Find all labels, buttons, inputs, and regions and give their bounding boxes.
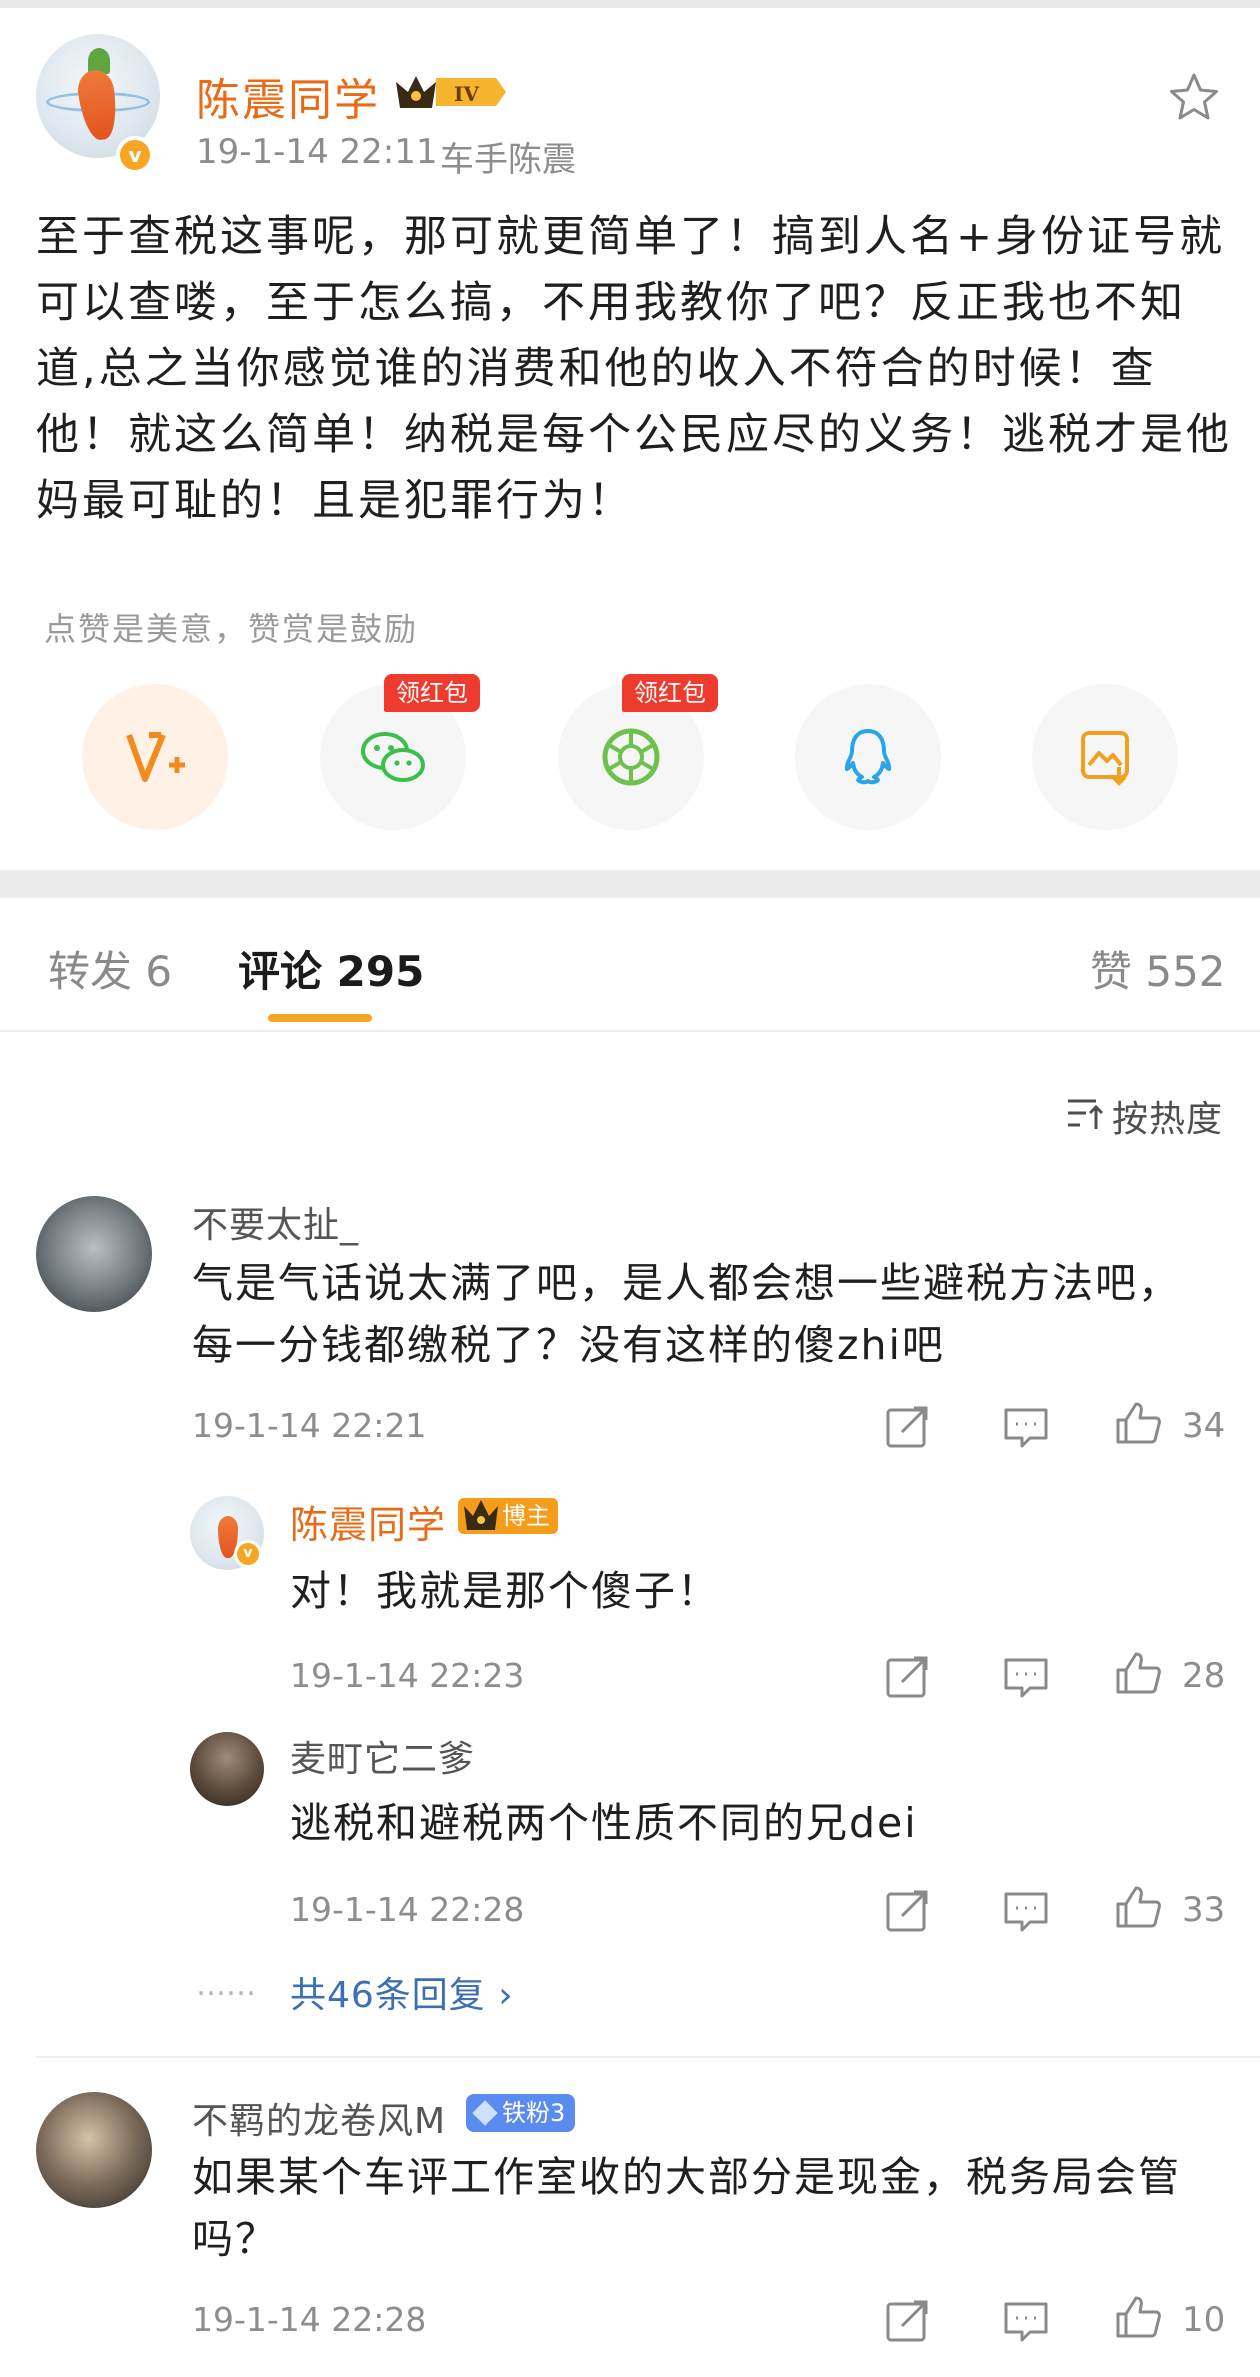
- commenter-name[interactable]: 不羁的龙卷风M: [192, 2092, 446, 2144]
- section-gap: [0, 870, 1260, 898]
- tab-bar: 转发 6 评论 295 赞 552: [0, 898, 1260, 1032]
- qq-icon: [844, 729, 892, 785]
- replier-name[interactable]: 麦町它二爹: [290, 1730, 475, 1782]
- share-row: 领红包 领红包: [0, 674, 1260, 834]
- post-source[interactable]: 车手陈震: [440, 132, 576, 181]
- top-strip: [0, 0, 1260, 8]
- reply-text: 逃税和避税两个性质不同的兄dei: [290, 1799, 918, 1847]
- post-body: 至于查税这事呢，那可就更简单了！搞到人名+身份证号就可以查喽，至于怎么搞，不用我…: [36, 212, 1232, 526]
- comment-icon[interactable]: [1002, 1888, 1050, 1934]
- comment-text: 如果某个车评工作室收的大部分是现金，税务局会管吗？: [192, 2153, 1181, 2263]
- avatar-carrot: [75, 67, 121, 143]
- more-replies-dots: ……: [196, 1968, 256, 2003]
- post-card: v 陈震同学 IV 19-1-14 22:11 车手陈震 至于查税这事呢，那可就…: [0, 8, 1260, 870]
- reply-time: 19-1-14 22:28: [290, 1890, 525, 1929]
- tab-repost[interactable]: 转发 6: [48, 938, 172, 999]
- diamond-icon: [472, 2100, 498, 2126]
- more-replies-link[interactable]: 共46条回复 ›: [290, 1966, 514, 2018]
- wechat-redpack-tag: 领红包: [384, 674, 480, 712]
- favorite-star-icon[interactable]: [1166, 70, 1222, 126]
- like-icon[interactable]: [1114, 1650, 1162, 1696]
- reply-author-name[interactable]: 陈震同学: [290, 1494, 446, 1549]
- comment-icon[interactable]: [1002, 1404, 1050, 1450]
- like-icon[interactable]: [1114, 2294, 1162, 2340]
- tab-comments[interactable]: 评论 295: [238, 938, 424, 999]
- tab-comments-label: 评论: [238, 947, 323, 996]
- level-badge-text: IV: [454, 82, 479, 106]
- blogger-badge: 博主: [458, 1498, 558, 1534]
- tab-likes[interactable]: 赞 552: [1090, 938, 1226, 999]
- blogger-badge-label: 博主: [502, 1502, 550, 1530]
- moments-icon: [602, 728, 660, 786]
- tab-comments-count: 295: [336, 947, 425, 996]
- sort-icon[interactable]: [1066, 1095, 1108, 1133]
- repost-icon[interactable]: [884, 1654, 932, 1700]
- repost-icon[interactable]: [884, 1888, 932, 1934]
- like-count: 34: [1182, 1406, 1226, 1446]
- commenter-name[interactable]: 不要太扯_: [192, 1196, 359, 1248]
- repost-icon[interactable]: [884, 2298, 932, 2344]
- commenter-avatar[interactable]: [36, 2092, 152, 2208]
- save-image-button[interactable]: [1032, 684, 1178, 830]
- level-crown-icon: IV: [396, 76, 506, 108]
- comment-time: 19-1-14 22:21: [192, 1406, 427, 1445]
- like-count: 33: [1182, 1890, 1226, 1930]
- moments-redpack-tag: 领红包: [622, 674, 718, 712]
- sort-hot-button[interactable]: 按热度: [1112, 1090, 1223, 1142]
- crown-icon: [464, 1500, 498, 1530]
- qq-share-button[interactable]: [795, 684, 941, 830]
- post-timestamp: 19-1-14 22:11: [196, 132, 438, 172]
- verified-icon: v: [234, 1540, 262, 1568]
- like-icon[interactable]: [1114, 1884, 1162, 1930]
- replier-avatar[interactable]: [190, 1732, 264, 1806]
- fan-badge-label: 铁粉3: [502, 2099, 566, 2127]
- reward-hint: 点赞是美意，赞赏是鼓励: [44, 610, 419, 648]
- v-plus-icon: [126, 732, 185, 782]
- tab-active-indicator: [268, 1014, 372, 1022]
- comment-time: 19-1-14 22:28: [192, 2300, 427, 2339]
- comment-icon[interactable]: [1002, 2298, 1050, 2344]
- reply-text: 对！我就是那个傻子！: [290, 1567, 720, 1615]
- commenter-avatar[interactable]: [36, 1196, 152, 1312]
- wechat-icon: [361, 732, 425, 782]
- comment-text: 气是气话说太满了吧，是人都会想一些避税方法吧，每一分钱都缴税了？没有这样的傻zh…: [192, 1259, 1181, 1369]
- comment-divider: [36, 2056, 1260, 2058]
- comment-icon[interactable]: [1002, 1654, 1050, 1700]
- v-plus-button[interactable]: [82, 684, 228, 830]
- repost-icon[interactable]: [884, 1404, 932, 1450]
- like-count: 28: [1182, 1656, 1226, 1696]
- author-name[interactable]: 陈震同学: [196, 64, 380, 128]
- save-image-icon: [1081, 731, 1129, 786]
- like-icon[interactable]: [1114, 1400, 1162, 1446]
- like-count: 10: [1182, 2300, 1226, 2340]
- reply-time: 19-1-14 22:23: [290, 1656, 525, 1695]
- verified-icon: v: [116, 136, 154, 174]
- fan-level-badge: 铁粉3: [466, 2094, 576, 2132]
